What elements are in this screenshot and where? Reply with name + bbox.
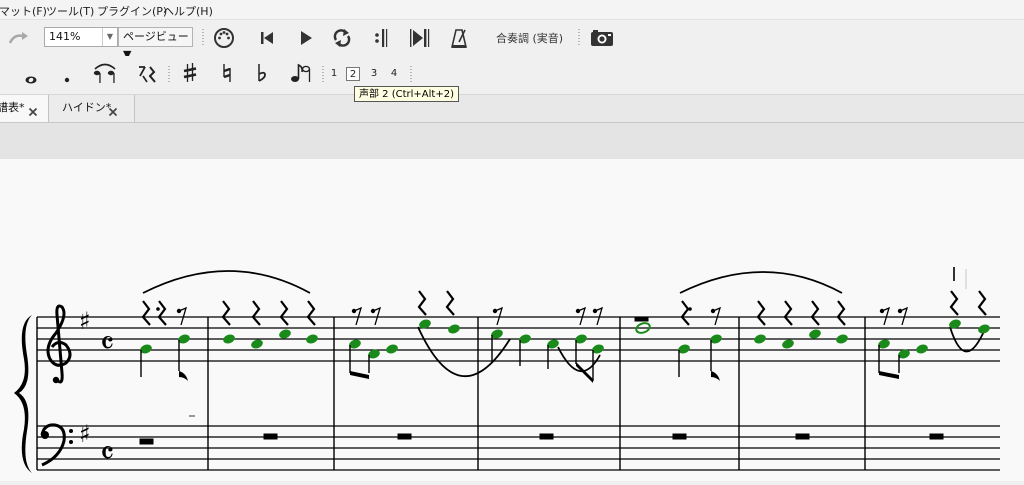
view-mode-value: ページビュー	[123, 30, 189, 43]
loop-in-icon	[375, 29, 388, 47]
toolbar-separator	[410, 66, 412, 84]
close-icon[interactable]	[107, 102, 119, 117]
image-capture-button[interactable]	[588, 26, 616, 50]
flip-direction-button[interactable]	[288, 60, 314, 86]
zoom-combo[interactable]: 141% ▼	[44, 27, 118, 47]
play-icon	[301, 31, 312, 45]
loop-icon	[333, 29, 351, 47]
treble-key-signature: ♯	[79, 307, 91, 335]
rewind-button[interactable]	[256, 28, 278, 48]
redo-button[interactable]	[6, 27, 32, 49]
main-toolbar: 141% ▼ ページビュー ▼ 合奏調 (実音)	[0, 19, 1024, 61]
beams	[179, 362, 899, 383]
whole-note-icon	[25, 76, 37, 84]
rests	[139, 290, 987, 445]
bass-key-signature: ♯	[79, 420, 91, 448]
menu-item-plugins[interactable]: プラグイン(P)	[97, 3, 167, 19]
midi-input-button[interactable]	[212, 26, 236, 50]
toolbar-separator	[168, 66, 170, 84]
tab-haydn[interactable]: ハイドン*	[50, 95, 135, 122]
zoom-value: 141%	[49, 30, 81, 43]
score-canvas: ♯ ♯ 𝄴 𝄴	[0, 159, 1024, 481]
score-tab-bar: 譜表* ハイドン*	[0, 95, 1024, 123]
voice-tooltip: 声部 2 (Ctrl+Alt+2)	[354, 86, 459, 102]
whole-note-button[interactable]	[22, 72, 40, 88]
menu-item-format[interactable]: マット(F)	[0, 3, 47, 19]
toolbar-separator	[322, 66, 324, 84]
menu-item-help[interactable]: ヘルプ(H)	[163, 3, 213, 19]
view-mode-combo[interactable]: ページビュー ▼	[118, 27, 193, 61]
rest-button[interactable]	[136, 62, 160, 86]
natural-icon	[223, 64, 231, 82]
tab-label: 譜表*	[0, 101, 25, 114]
menu-item-tools[interactable]: ツール(T)	[46, 3, 94, 19]
voice-2-button[interactable]: 2	[346, 67, 360, 81]
voice-3-button[interactable]: 3	[367, 67, 381, 81]
camera-icon	[591, 30, 613, 46]
natural-button[interactable]	[218, 61, 236, 85]
voice-1-button[interactable]: 1	[327, 67, 341, 81]
voice-4-button[interactable]: 4	[387, 67, 401, 81]
toolbar-separator	[202, 29, 204, 47]
play-button[interactable]	[295, 28, 317, 48]
note-input-toolbar	[0, 56, 1024, 95]
augmentation-dot-button[interactable]	[60, 74, 74, 86]
tie-icon	[93, 63, 116, 83]
sharp-button[interactable]	[180, 61, 200, 85]
flat-button[interactable]	[253, 61, 271, 85]
treble-time-signature: 𝄴	[100, 324, 114, 362]
redo-icon	[8, 32, 28, 44]
loop-out-icon	[410, 29, 430, 47]
tab-label: ハイドン*	[62, 101, 112, 114]
bass-time-signature: 𝄴	[100, 434, 114, 472]
menu-bar: マット(F) ツール(T) プラグイン(P) ヘルプ(H)	[0, 0, 1024, 19]
concert-pitch-button[interactable]: 合奏調 (実音)	[492, 27, 566, 49]
close-icon[interactable]	[27, 102, 39, 117]
flip-direction-icon	[291, 63, 311, 82]
rest-icon	[139, 66, 156, 83]
flat-icon	[258, 64, 266, 82]
toolbar-separator	[578, 29, 580, 47]
loop-out-button[interactable]	[407, 27, 433, 49]
chevron-down-icon[interactable]: ▼	[102, 28, 117, 46]
tab-score-1[interactable]: 譜表*	[0, 95, 49, 122]
barlines	[36, 317, 866, 470]
score-header-band	[0, 123, 1024, 159]
midi-icon	[214, 28, 234, 48]
metronome-icon	[450, 29, 468, 48]
augmentation-dot-icon	[64, 77, 70, 83]
concert-pitch-label: 合奏調 (実音)	[496, 32, 564, 45]
metronome-button[interactable]	[448, 26, 470, 50]
rewind-icon	[261, 32, 273, 44]
bass-staff	[37, 425, 1000, 471]
loop-in-button[interactable]	[370, 27, 392, 49]
grand-staff-brace	[14, 315, 32, 473]
tie-button[interactable]	[90, 60, 120, 86]
sharp-icon	[183, 63, 197, 82]
loop-button[interactable]	[330, 26, 354, 50]
score-page: ♯ ♯ 𝄴 𝄴	[14, 267, 1000, 473]
